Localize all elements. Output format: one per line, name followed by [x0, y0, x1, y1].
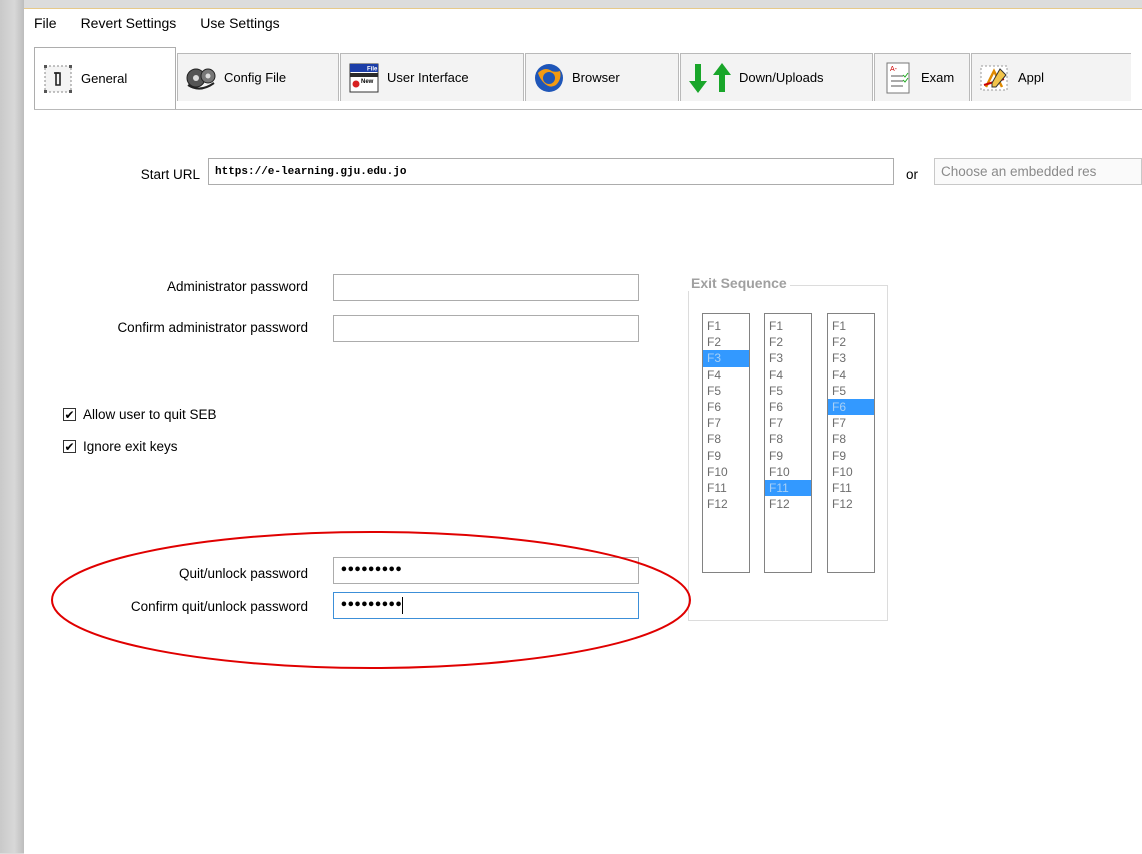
exit-key-list-1[interactable]: F1 F2 F3 F4 F5 F6 F7 F8 F9 F10 F11 F12: [702, 313, 750, 573]
exit-key-item[interactable]: F4: [703, 367, 749, 383]
exit-key-item[interactable]: F1: [703, 318, 749, 334]
tab-user-interface-label: User Interface: [387, 70, 469, 85]
desktop-edge: [0, 0, 24, 853]
exit-key-item[interactable]: F9: [765, 448, 811, 464]
user-interface-icon: File New: [347, 61, 381, 95]
exit-key-item[interactable]: F9: [703, 448, 749, 464]
down-uploads-icon: [687, 61, 733, 95]
seb-config-window: File Revert Settings Use Settings Genera…: [24, 8, 1142, 854]
ignore-exit-keys-checkbox[interactable]: ✔: [63, 440, 76, 453]
exit-key-item[interactable]: F3: [703, 350, 749, 367]
start-url-label: Start URL: [140, 167, 200, 182]
ignore-exit-keys-label: Ignore exit keys: [83, 439, 178, 454]
allow-quit-label: Allow user to quit SEB: [83, 407, 217, 422]
checkmark-icon: ✔: [64, 407, 75, 422]
ignore-exit-keys-checkbox-row[interactable]: ✔ Ignore exit keys: [63, 439, 178, 454]
start-url-value: https://e-learning.gju.edu.jo: [215, 165, 407, 178]
exit-key-item[interactable]: F11: [828, 480, 874, 496]
exit-key-item[interactable]: F6: [765, 399, 811, 415]
tab-strip: General Config File File New User Interf…: [34, 45, 1142, 110]
menu-revert-settings[interactable]: Revert Settings: [69, 9, 189, 37]
exit-key-item[interactable]: F3: [828, 350, 874, 366]
exit-key-item[interactable]: F11: [765, 479, 811, 497]
exit-key-list-2[interactable]: F1 F2 F3 F4 F5 F6 F7 F8 F9 F10 F11 F12: [764, 313, 812, 573]
config-file-icon: [184, 61, 218, 95]
svg-text:New: New: [361, 79, 374, 85]
svg-text:A-: A-: [890, 66, 898, 73]
exam-icon: A-: [881, 61, 915, 95]
tab-user-interface[interactable]: File New User Interface: [340, 53, 524, 101]
exit-key-item[interactable]: F2: [765, 334, 811, 350]
embedded-resource-select[interactable]: Choose an embedded res: [934, 158, 1142, 185]
menu-use-settings[interactable]: Use Settings: [188, 9, 291, 37]
start-url-input[interactable]: https://e-learning.gju.edu.jo: [208, 158, 894, 185]
embedded-resource-placeholder: Choose an embedded res: [941, 164, 1097, 179]
confirm-quit-password-value: •••••••••: [340, 598, 402, 613]
menu-file[interactable]: File: [24, 9, 69, 37]
admin-password-input[interactable]: [333, 274, 639, 301]
exit-key-item[interactable]: F7: [828, 415, 874, 431]
tab-down-uploads-label: Down/Uploads: [739, 70, 824, 85]
exit-key-item[interactable]: F8: [703, 431, 749, 447]
quit-password-label: Quit/unlock password: [178, 566, 308, 581]
exit-key-item[interactable]: F7: [765, 415, 811, 431]
exit-key-item[interactable]: F12: [765, 496, 811, 512]
exit-key-item[interactable]: F10: [703, 464, 749, 480]
general-icon: [41, 62, 75, 96]
confirm-admin-password-label: Confirm administrator password: [117, 320, 308, 335]
exit-key-item[interactable]: F9: [828, 448, 874, 464]
exit-key-item[interactable]: F11: [703, 480, 749, 496]
exit-sequence-title: Exit Sequence: [688, 275, 790, 291]
confirm-quit-password-label: Confirm quit/unlock password: [130, 599, 308, 614]
quit-password-input[interactable]: •••••••••: [333, 557, 639, 584]
applications-icon: [978, 61, 1012, 95]
exit-key-item[interactable]: F5: [765, 383, 811, 399]
allow-quit-checkbox-row[interactable]: ✔ Allow user to quit SEB: [63, 407, 217, 422]
exit-key-item[interactable]: F1: [765, 318, 811, 334]
allow-quit-checkbox[interactable]: ✔: [63, 408, 76, 421]
exit-key-item[interactable]: F4: [828, 367, 874, 383]
exit-key-item[interactable]: F7: [703, 415, 749, 431]
tab-browser[interactable]: Browser: [525, 53, 679, 101]
tab-general-label: General: [81, 71, 128, 86]
exit-key-item[interactable]: F5: [703, 383, 749, 399]
browser-icon: [532, 61, 566, 95]
exit-key-item[interactable]: F4: [765, 367, 811, 383]
tab-exam[interactable]: A- Exam: [874, 53, 970, 101]
exit-key-item[interactable]: F1: [828, 318, 874, 334]
tab-down-uploads[interactable]: Down/Uploads: [680, 53, 873, 101]
exit-key-item[interactable]: F2: [703, 334, 749, 350]
or-label: or: [906, 167, 919, 182]
tab-config-file-label: Config File: [224, 70, 287, 85]
menu-bar: File Revert Settings Use Settings: [24, 9, 1142, 37]
tab-applications-label: Appl: [1018, 70, 1045, 85]
exit-key-item[interactable]: F5: [828, 383, 874, 399]
tab-browser-label: Browser: [572, 70, 620, 85]
exit-key-item[interactable]: F6: [828, 398, 874, 416]
confirm-admin-password-input[interactable]: [333, 315, 639, 342]
exit-key-item[interactable]: F8: [828, 431, 874, 447]
tab-applications[interactable]: Appl: [971, 53, 1131, 101]
checkmark-icon: ✔: [64, 439, 75, 454]
quit-password-value: •••••••••: [340, 563, 402, 578]
tab-general[interactable]: General: [34, 47, 176, 109]
exit-key-item[interactable]: F10: [765, 464, 811, 480]
exit-key-item[interactable]: F10: [828, 464, 874, 480]
admin-password-label: Administrator password: [166, 279, 308, 294]
tab-config-file[interactable]: Config File: [177, 53, 339, 101]
exit-key-item[interactable]: F12: [828, 496, 874, 512]
text-caret: [402, 597, 404, 614]
confirm-quit-password-input[interactable]: •••••••••: [333, 592, 639, 619]
exit-key-item[interactable]: F2: [828, 334, 874, 350]
exit-key-item[interactable]: F3: [765, 350, 811, 366]
exit-key-item[interactable]: F6: [703, 399, 749, 415]
exit-key-item[interactable]: F8: [765, 431, 811, 447]
exit-key-item[interactable]: F12: [703, 496, 749, 512]
tab-exam-label: Exam: [921, 70, 955, 85]
svg-text:File: File: [367, 66, 378, 72]
exit-key-list-3[interactable]: F1 F2 F3 F4 F5 F6 F7 F8 F9 F10 F11 F12: [827, 313, 875, 573]
